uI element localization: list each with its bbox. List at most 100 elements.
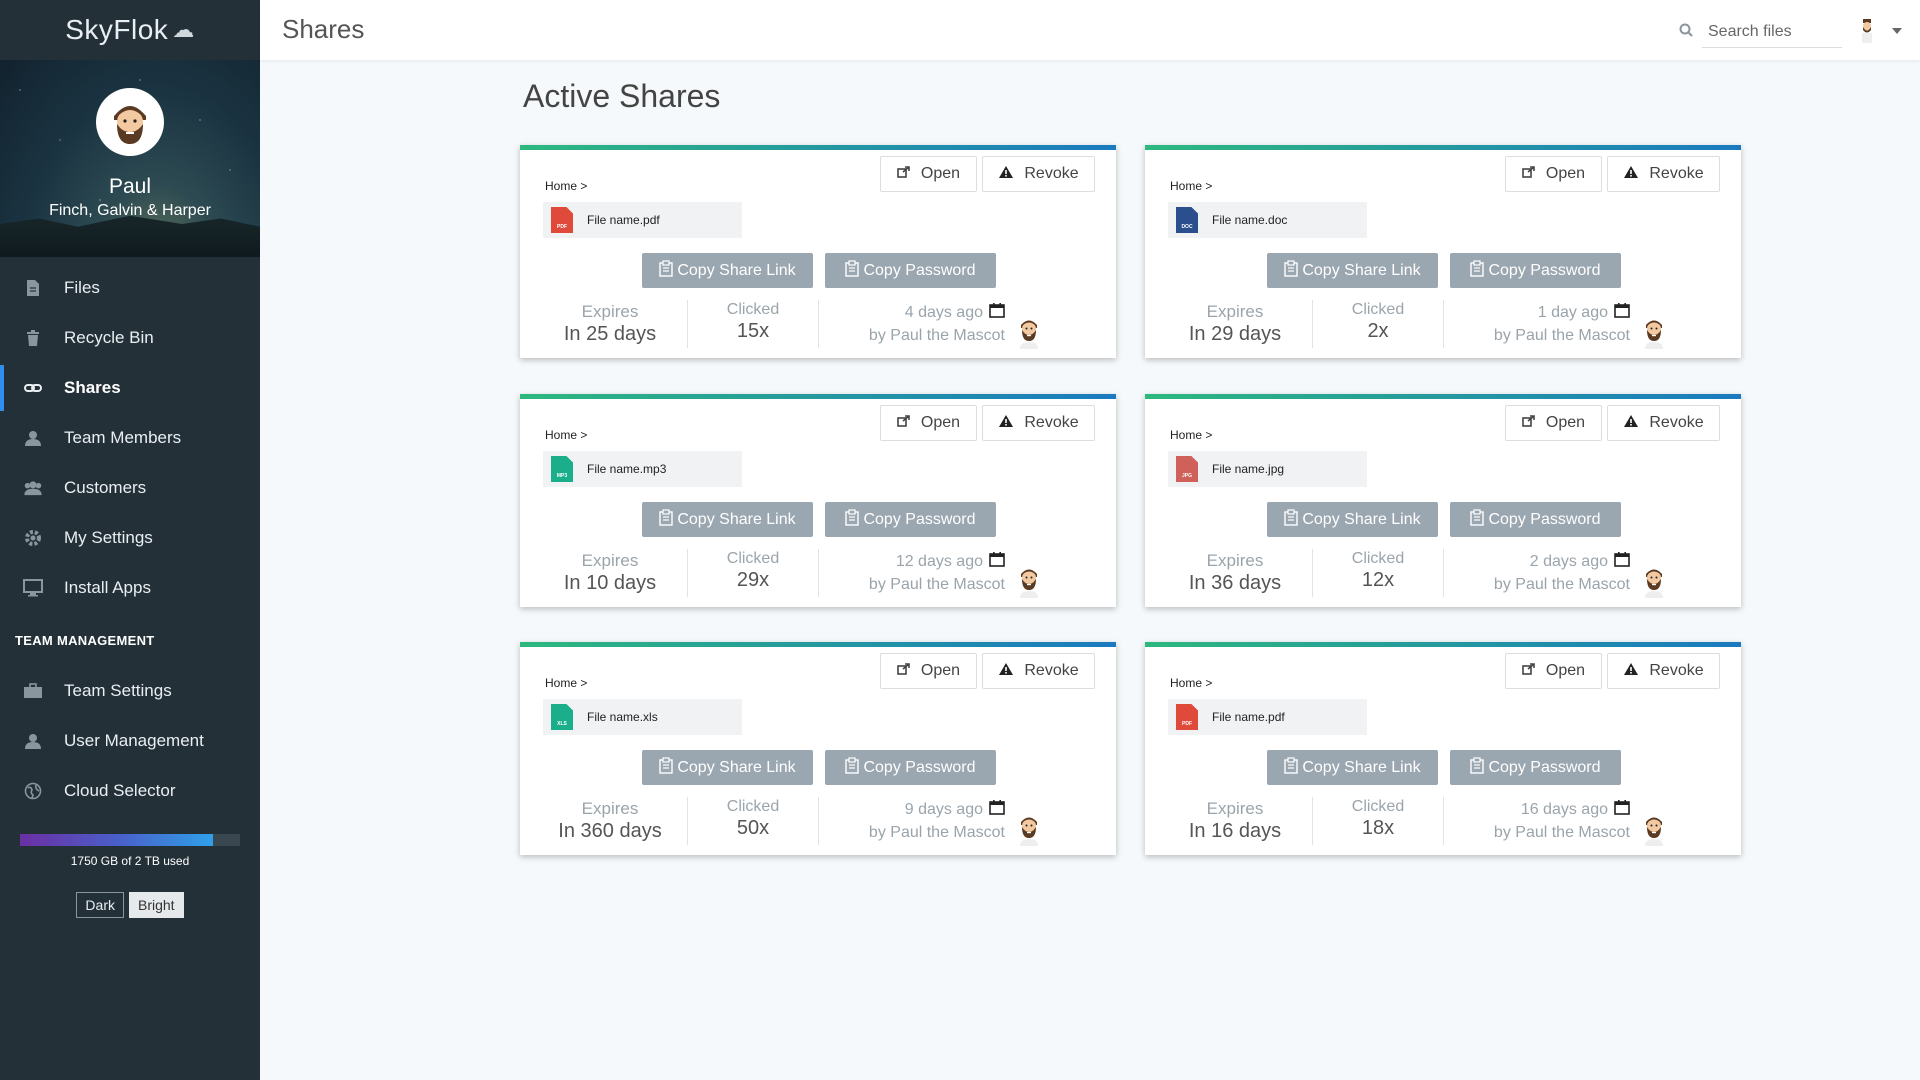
shared-by: by Paul the Mascot — [868, 824, 1005, 841]
sidebar-item-label: User Management — [64, 731, 204, 750]
storage-bar — [20, 834, 240, 846]
file-chip[interactable]: MP3 File name.mp3 — [543, 451, 742, 487]
search-input[interactable] — [1702, 16, 1842, 48]
external-link-icon — [1522, 165, 1536, 183]
search-icon[interactable] — [1678, 22, 1694, 38]
clicked-stat: Clicked 2x — [1328, 301, 1428, 343]
copy-link-label: Copy Share Link — [1302, 510, 1421, 528]
revoke-label: Revoke — [1649, 662, 1704, 679]
shared-ago: 12 days ago — [895, 553, 983, 570]
file-name: File name.pdf — [587, 213, 660, 227]
breadcrumb[interactable]: Home > — [1170, 428, 1212, 442]
file-type-icon: XLS — [551, 704, 573, 730]
bright-theme-button[interactable]: Bright — [128, 892, 184, 918]
copy-share-link-button[interactable]: Copy Share Link — [642, 750, 813, 785]
file-type-icon: DOC — [1176, 207, 1198, 233]
briefcase-icon — [22, 680, 44, 702]
file-chip[interactable]: PDF File name.pdf — [1168, 699, 1367, 735]
clipboard-icon — [1284, 259, 1299, 282]
copy-password-button[interactable]: Copy Password — [1450, 502, 1621, 537]
breadcrumb[interactable]: Home > — [1170, 676, 1212, 690]
shared-ago: 1 day ago — [1537, 304, 1608, 321]
revoke-button[interactable]: Revoke — [982, 156, 1095, 192]
mascot-avatar — [1016, 564, 1042, 598]
clicked-label: Clicked — [1351, 301, 1405, 318]
sidebar-item-user-management[interactable]: User Management — [0, 716, 260, 766]
copy-share-link-button[interactable]: Copy Share Link — [642, 502, 813, 537]
sidebar-item-label: My Settings — [64, 528, 153, 547]
brand-logo[interactable]: SkyFlok ☁ — [0, 0, 260, 60]
open-button[interactable]: Open — [880, 405, 977, 441]
file-chip[interactable]: XLS File name.xls — [543, 699, 742, 735]
page-title: Shares — [282, 14, 365, 44]
revoke-label: Revoke — [1024, 165, 1079, 182]
expires-stat: Expires In 16 days — [1173, 799, 1297, 843]
copy-share-link-button[interactable]: Copy Share Link — [1267, 750, 1438, 785]
breadcrumb[interactable]: Home > — [545, 428, 587, 442]
open-button[interactable]: Open — [1505, 156, 1602, 192]
sidebar-item-cloud-selector[interactable]: Cloud Selector — [0, 766, 260, 816]
revoke-button[interactable]: Revoke — [1607, 653, 1720, 689]
revoke-button[interactable]: Revoke — [982, 653, 1095, 689]
revoke-button[interactable]: Revoke — [982, 405, 1095, 441]
copy-share-link-button[interactable]: Copy Share Link — [1267, 253, 1438, 288]
breadcrumb[interactable]: Home > — [545, 179, 587, 193]
breadcrumb[interactable]: Home > — [1170, 179, 1212, 193]
sidebar-item-shares[interactable]: Shares — [0, 363, 260, 413]
clipboard-icon — [1470, 756, 1485, 779]
shared-info: 2 days ago by Paul the Mascot — [1445, 552, 1630, 594]
copy-password-button[interactable]: Copy Password — [825, 253, 996, 288]
revoke-button[interactable]: Revoke — [1607, 156, 1720, 192]
file-chip[interactable]: DOC File name.doc — [1168, 202, 1367, 238]
copy-password-label: Copy Password — [863, 261, 976, 279]
sidebar-item-customers[interactable]: Customers — [0, 463, 260, 513]
copy-link-label: Copy Share Link — [677, 758, 796, 776]
sidebar-item-my-settings[interactable]: My Settings — [0, 513, 260, 563]
copy-password-label: Copy Password — [1488, 261, 1601, 279]
external-link-icon — [897, 662, 911, 680]
copy-share-link-button[interactable]: Copy Share Link — [642, 253, 813, 288]
copy-password-button[interactable]: Copy Password — [825, 502, 996, 537]
expires-stat: Expires In 360 days — [548, 799, 672, 843]
calendar-icon — [1614, 552, 1630, 572]
sidebar-item-files[interactable]: Files — [0, 263, 260, 313]
clicked-stat: Clicked 29x — [703, 550, 803, 592]
breadcrumb[interactable]: Home > — [545, 676, 587, 690]
mascot-avatar — [1016, 315, 1042, 349]
sidebar-item-team-members[interactable]: Team Members — [0, 413, 260, 463]
warning-icon — [998, 414, 1014, 433]
dark-theme-button[interactable]: Dark — [76, 892, 124, 918]
expires-value: In 360 days — [558, 820, 662, 842]
warning-icon — [998, 662, 1014, 681]
copy-share-link-button[interactable]: Copy Share Link — [1267, 502, 1438, 537]
revoke-button[interactable]: Revoke — [1607, 405, 1720, 441]
revoke-label: Revoke — [1024, 414, 1079, 431]
sidebar-item-team-settings[interactable]: Team Settings — [0, 666, 260, 716]
users-icon — [22, 477, 44, 499]
team-management-heading: TEAM MANAGEMENT — [15, 633, 155, 648]
mascot-avatar — [1641, 564, 1667, 598]
external-link-icon — [1522, 414, 1536, 432]
open-button[interactable]: Open — [880, 156, 977, 192]
open-button[interactable]: Open — [1505, 405, 1602, 441]
brand-name: SkyFlok — [65, 14, 169, 45]
file-chip[interactable]: PDF File name.pdf — [543, 202, 742, 238]
mascot-avatar — [1016, 812, 1042, 846]
open-button[interactable]: Open — [1505, 653, 1602, 689]
user-menu[interactable] — [1858, 16, 1902, 46]
avatar[interactable] — [96, 88, 164, 156]
expires-label: Expires — [1206, 302, 1264, 321]
copy-password-button[interactable]: Copy Password — [1450, 253, 1621, 288]
sidebar-item-label: Recycle Bin — [64, 328, 154, 347]
open-button[interactable]: Open — [880, 653, 977, 689]
open-label: Open — [920, 165, 961, 182]
sidebar-item-install-apps[interactable]: Install Apps — [0, 563, 260, 613]
gear-icon — [22, 527, 44, 549]
expires-label: Expires — [581, 302, 639, 321]
storage-text: 1750 GB of 2 TB used — [70, 854, 190, 868]
copy-password-button[interactable]: Copy Password — [825, 750, 996, 785]
sidebar-item-recycle-bin[interactable]: Recycle Bin — [0, 313, 260, 363]
copy-password-button[interactable]: Copy Password — [1450, 750, 1621, 785]
clicked-value: 50x — [736, 817, 770, 839]
file-chip[interactable]: JPG File name.jpg — [1168, 451, 1367, 487]
